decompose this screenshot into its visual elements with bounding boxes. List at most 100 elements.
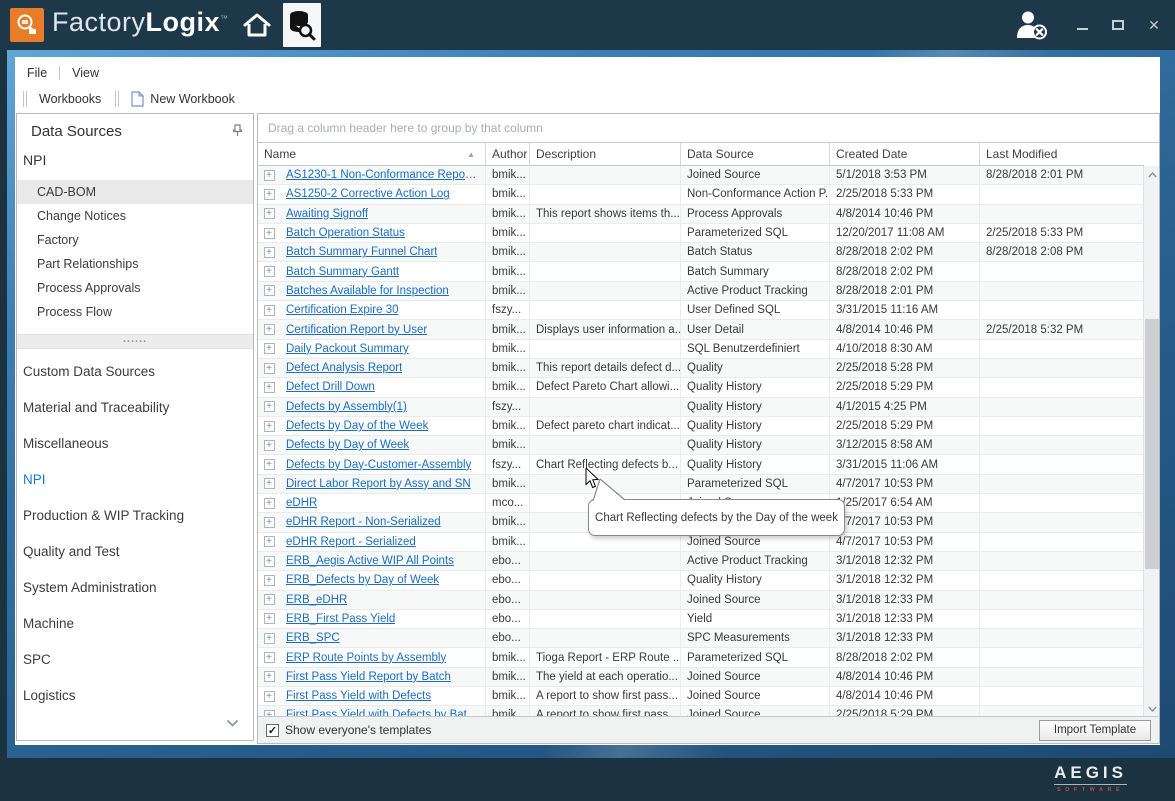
sidebar-item-factory[interactable]: Factory — [17, 228, 253, 252]
expand-row-icon[interactable]: + — [264, 536, 275, 547]
expand-row-icon[interactable]: + — [264, 285, 275, 296]
template-link[interactable]: Daily Packout Summary — [286, 343, 409, 355]
table-row[interactable]: +Defect Analysis Reportbmik...This repor… — [258, 359, 1144, 378]
expand-row-icon[interactable]: + — [264, 613, 275, 624]
expand-row-icon[interactable]: + — [264, 478, 275, 489]
expand-row-icon[interactable]: + — [264, 401, 275, 412]
expand-row-icon[interactable]: + — [264, 671, 275, 682]
table-row[interactable]: +Defects by Day-Customer-Assemblyfszy...… — [258, 455, 1144, 474]
table-row[interactable]: +ERB_First Pass Yieldebo...Yield3/1/2018… — [258, 610, 1144, 629]
category-material-and-traceability[interactable]: Material and Traceability — [17, 390, 253, 426]
template-link[interactable]: eDHR — [286, 497, 317, 509]
table-row[interactable]: +ERP Route Points by Assemblybmik...Tiog… — [258, 648, 1144, 667]
column-header-created-date[interactable]: Created Date — [830, 143, 980, 165]
table-row[interactable]: +ERB_SPCebo...SPC Measurements3/1/2018 1… — [258, 629, 1144, 648]
template-link[interactable]: ERP Route Points by Assembly — [286, 652, 446, 664]
expand-row-icon[interactable]: + — [264, 421, 275, 432]
table-row[interactable]: +Daily Packout Summarybmik...SQL Benutze… — [258, 340, 1144, 359]
expand-row-icon[interactable]: + — [264, 594, 275, 605]
table-row[interactable]: +Defects by Day of the Weekbmik...Defect… — [258, 417, 1144, 436]
table-row[interactable]: +ERB_eDHRebo...Joined Source3/1/2018 12:… — [258, 591, 1144, 610]
chevron-down-icon[interactable] — [226, 714, 239, 732]
category-npi[interactable]: NPI — [17, 462, 253, 498]
category-miscellaneous[interactable]: Miscellaneous — [17, 426, 253, 462]
column-header-last-modified[interactable]: Last Modified — [980, 143, 1144, 165]
template-link[interactable]: eDHR Report - Serialized — [286, 536, 416, 548]
template-link[interactable]: Defect Analysis Report — [286, 362, 402, 374]
category-machine[interactable]: Machine — [17, 606, 253, 642]
new-workbook-button[interactable]: New Workbook — [125, 88, 241, 110]
template-link[interactable]: ERB_eDHR — [286, 594, 347, 606]
expand-row-icon[interactable]: + — [264, 363, 275, 374]
category-custom-data-sources[interactable]: Custom Data Sources — [17, 354, 253, 390]
close-button[interactable]: ✕ — [1143, 15, 1165, 35]
scroll-up-button[interactable] — [1144, 166, 1160, 183]
group-by-bar[interactable]: Drag a column header here to group by th… — [258, 114, 1159, 143]
template-link[interactable]: Direct Labor Report by Assy and SN — [286, 478, 471, 490]
minimize-button[interactable] — [1071, 15, 1093, 35]
table-row[interactable]: +AS1250-2 Corrective Action Logbmik...No… — [258, 185, 1144, 204]
table-row[interactable]: +First Pass Yield Report by Batchbmik...… — [258, 668, 1144, 687]
template-link[interactable]: ERB_Aegis Active WIP All Points — [286, 555, 454, 567]
vertical-scrollbar[interactable] — [1143, 166, 1159, 717]
expand-row-icon[interactable]: + — [264, 305, 275, 316]
scrollbar-thumb[interactable] — [1145, 319, 1159, 569]
table-row[interactable]: +Batches Available for Inspectionbmik...… — [258, 282, 1144, 301]
template-link[interactable]: eDHR Report - Non-Serialized — [286, 516, 441, 528]
template-link[interactable]: ERB_SPC — [286, 632, 340, 644]
menu-view[interactable]: View — [60, 63, 111, 83]
template-link[interactable]: Defects by Day of Week — [286, 439, 409, 451]
import-template-button[interactable]: Import Template — [1039, 720, 1151, 741]
table-row[interactable]: +Batch Summary Ganttbmik...Batch Summary… — [258, 262, 1144, 281]
column-header-data-source[interactable]: Data Source — [681, 143, 830, 165]
template-link[interactable]: AS1250-2 Corrective Action Log — [286, 188, 450, 200]
template-link[interactable]: First Pass Yield with Defects — [286, 690, 431, 702]
table-row[interactable]: +Defects by Assembly(1)fszy...Quality Hi… — [258, 398, 1144, 417]
expand-row-icon[interactable]: + — [264, 189, 275, 200]
home-icon[interactable] — [238, 6, 276, 44]
sidebar-item-process-flow[interactable]: Process Flow — [17, 300, 253, 324]
category-production-wip-tracking[interactable]: Production & WIP Tracking — [17, 498, 253, 534]
category-quality-and-test[interactable]: Quality and Test — [17, 534, 253, 570]
table-row[interactable]: +Defects by Day of Weekbmik...Quality Hi… — [258, 436, 1144, 455]
table-row[interactable]: +Awaiting Signoffbmik...This report show… — [258, 205, 1144, 224]
template-link[interactable]: Batch Summary Gantt — [286, 266, 399, 278]
column-header-author[interactable]: Author — [486, 143, 530, 165]
expand-row-icon[interactable]: + — [264, 517, 275, 528]
expand-row-icon[interactable]: + — [264, 556, 275, 567]
pin-icon[interactable] — [232, 124, 243, 142]
table-row[interactable]: +Batch Summary Funnel Chartbmik...Batch … — [258, 243, 1144, 262]
expand-row-icon[interactable]: + — [264, 498, 275, 509]
category-logistics[interactable]: Logistics — [17, 678, 253, 714]
template-link[interactable]: Certification Report by User — [286, 324, 427, 336]
category-spc[interactable]: SPC — [17, 642, 253, 678]
expand-row-icon[interactable]: + — [264, 324, 275, 335]
template-link[interactable]: ERB_Defects by Day of Week — [286, 574, 439, 586]
template-link[interactable]: First Pass Yield Report by Batch — [286, 671, 451, 683]
template-link[interactable]: Defects by Day-Customer-Assembly — [286, 459, 471, 471]
template-link[interactable]: Defects by Assembly(1) — [286, 401, 407, 413]
expand-row-icon[interactable]: + — [264, 228, 275, 239]
table-row[interactable]: +ERB_Aegis Active WIP All Pointsebo...Ac… — [258, 552, 1144, 571]
show-everyones-templates-checkbox[interactable]: ✓ — [266, 724, 279, 737]
expand-row-icon[interactable]: + — [264, 170, 275, 181]
sidebar-item-part-relationships[interactable]: Part Relationships — [17, 252, 253, 276]
scroll-down-button[interactable] — [1144, 700, 1160, 717]
menu-file[interactable]: File — [15, 63, 59, 83]
expand-row-icon[interactable]: + — [264, 440, 275, 451]
table-row[interactable]: +Certification Expire 30fszy...User Defi… — [258, 301, 1144, 320]
sidebar-item-cad-bom[interactable]: CAD-BOM — [17, 180, 253, 204]
expand-row-icon[interactable]: + — [264, 633, 275, 644]
expand-row-icon[interactable]: + — [264, 343, 275, 354]
template-link[interactable]: Defects by Day of the Week — [286, 420, 428, 432]
maximize-button[interactable] — [1107, 15, 1129, 35]
expand-row-icon[interactable]: + — [264, 247, 275, 258]
column-header-description[interactable]: Description — [530, 143, 681, 165]
table-row[interactable]: +Direct Labor Report by Assy and SNbmik.… — [258, 475, 1144, 494]
template-link[interactable]: Defect Drill Down — [286, 381, 375, 393]
data-sources-browser-icon[interactable] — [283, 3, 321, 47]
sidebar-splitter[interactable]: ...... — [17, 334, 253, 349]
logout-user-icon[interactable] — [1015, 10, 1049, 45]
table-row[interactable]: +First Pass Yield with Defectsbmik...A r… — [258, 687, 1144, 706]
expand-row-icon[interactable]: + — [264, 652, 275, 663]
